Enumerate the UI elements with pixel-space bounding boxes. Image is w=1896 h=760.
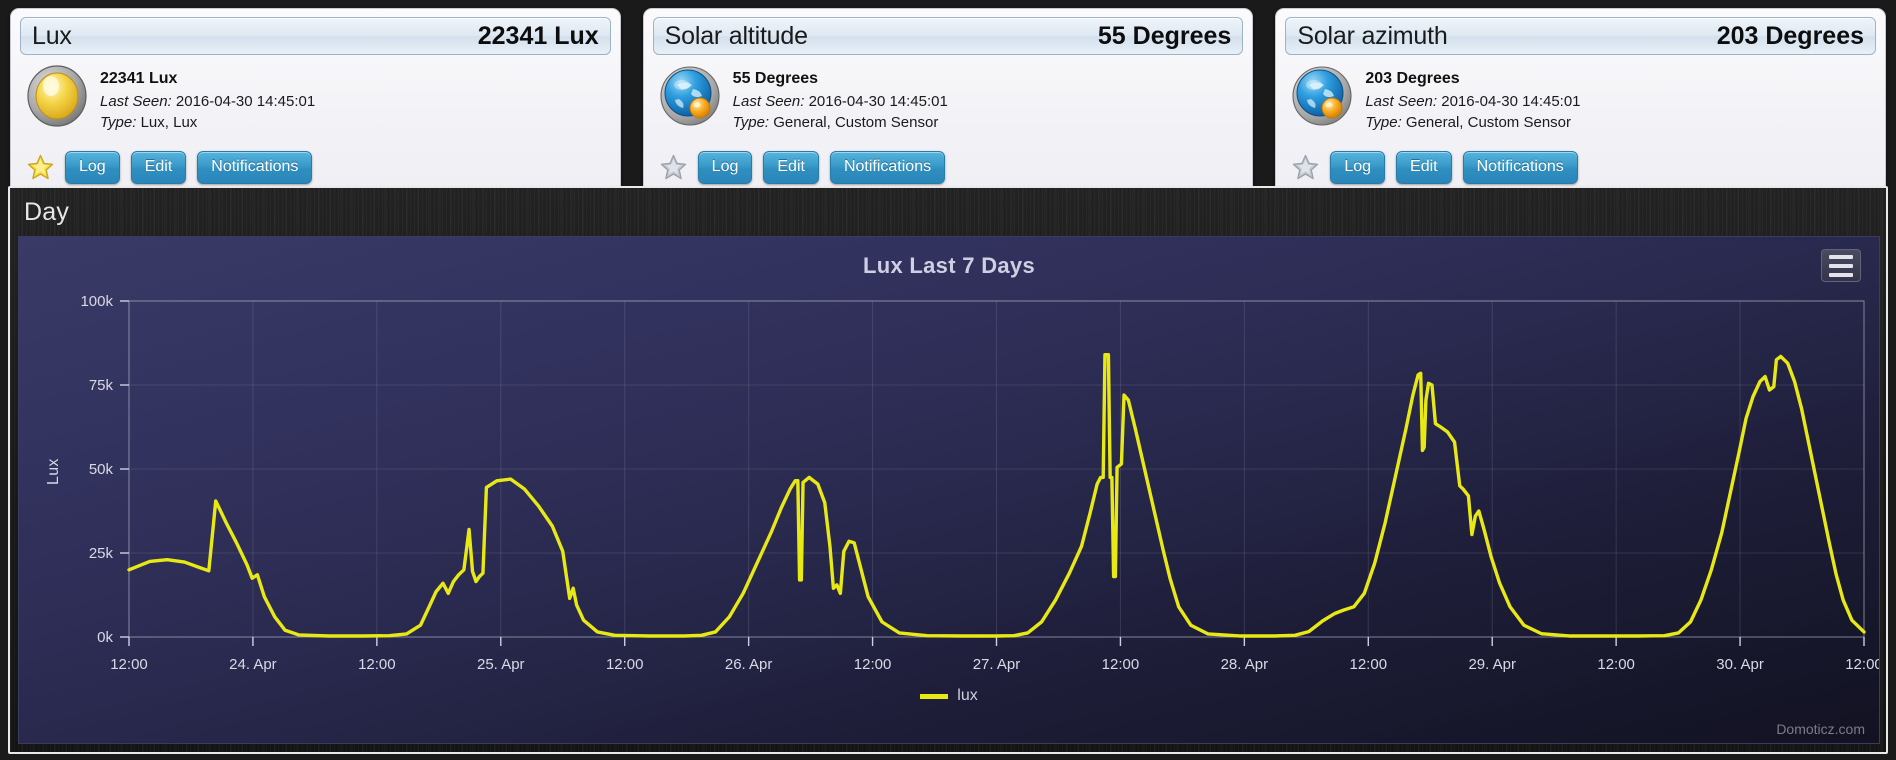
device-type: Type: General, Custom Sensor xyxy=(733,112,948,133)
edit-button[interactable]: Edit xyxy=(1396,151,1452,184)
lux-lamp-icon xyxy=(26,65,88,127)
last-seen-label: Last Seen: xyxy=(732,92,805,110)
svg-text:12:00: 12:00 xyxy=(1102,656,1140,673)
svg-text:28. Apr: 28. Apr xyxy=(1221,656,1269,673)
day-section-label: Day xyxy=(24,198,70,226)
plot-area: 0k 25k 50k 75k 100k 12:00 24. Apr 12:00 25. Apr 1… xyxy=(19,237,1879,743)
device-type: Type: Lux, Lux xyxy=(100,112,315,133)
svg-text:12:00: 12:00 xyxy=(1350,656,1388,673)
device-card-solar-altitude: Solar altitude 55 Degrees 55 Degrees Las… xyxy=(642,8,1254,198)
star-icon-grey[interactable] xyxy=(1292,154,1319,181)
svg-text:25k: 25k xyxy=(89,545,114,562)
device-card-lux: Lux 22341 Lux 22341 Lux Last Seen: 2016-… xyxy=(10,8,621,198)
svg-text:27. Apr: 27. Apr xyxy=(973,656,1021,673)
card-actions: Log Edit Notifications xyxy=(660,151,946,184)
notifications-button[interactable]: Notifications xyxy=(197,151,313,184)
svg-text:24. Apr: 24. Apr xyxy=(229,656,277,673)
device-value: 55 Degrees xyxy=(732,70,819,87)
edit-button[interactable]: Edit xyxy=(130,151,187,184)
legend-swatch-lux xyxy=(920,693,949,699)
type-value: General, Custom Sensor xyxy=(1405,114,1571,132)
device-card-solar-azimuth: Solar azimuth 203 Degrees 203 Degrees La… xyxy=(1275,8,1887,198)
log-button[interactable]: Log xyxy=(65,151,120,184)
last-seen-label: Last Seen: xyxy=(1365,92,1438,110)
star-icon-filled[interactable] xyxy=(27,154,54,181)
last-seen-value: 2016-04-30 14:45:01 xyxy=(1441,92,1581,110)
device-type: Type: General, Custom Sensor xyxy=(1365,112,1580,133)
card-title: Solar azimuth xyxy=(1297,21,1448,50)
last-seen-value: 2016-04-30 14:45:01 xyxy=(175,92,316,110)
star-icon-grey[interactable] xyxy=(660,154,687,181)
device-value: 203 Degrees xyxy=(1365,70,1460,87)
svg-text:12:00: 12:00 xyxy=(854,656,892,673)
last-seen-value: 2016-04-30 14:45:01 xyxy=(808,92,948,110)
lux-chart: Lux Last 7 Days Lux 0k 25k 50k 75k 100k 12:00… xyxy=(18,236,1880,744)
device-last-seen: Last Seen: 2016-04-30 14:45:01 xyxy=(1365,91,1580,112)
notifications-button[interactable]: Notifications xyxy=(829,151,946,184)
device-cards-row: Lux 22341 Lux 22341 Lux Last Seen: 2016-… xyxy=(0,0,1896,210)
svg-text:12:00: 12:00 xyxy=(110,656,148,673)
device-last-seen: Last Seen: 2016-04-30 14:45:01 xyxy=(100,91,315,112)
last-seen-label: Last Seen: xyxy=(100,92,172,110)
svg-text:30. Apr: 30. Apr xyxy=(1716,656,1764,673)
svg-text:25. Apr: 25. Apr xyxy=(477,656,525,673)
device-value: 22341 Lux xyxy=(100,70,178,87)
device-info: 203 Degrees Last Seen: 2016-04-30 14:45:… xyxy=(1365,65,1580,133)
globe-sun-icon xyxy=(659,65,721,127)
globe-sun-icon xyxy=(1291,65,1353,127)
svg-text:12:00: 12:00 xyxy=(606,656,644,673)
svg-text:12:00: 12:00 xyxy=(358,656,396,673)
notifications-button[interactable]: Notifications xyxy=(1462,151,1578,184)
chart-panel-inner: Day Lux Last 7 Days Lux 0k 25k 50k 75k 100k 1… xyxy=(10,188,1886,752)
chart-panel: Day Lux Last 7 Days Lux 0k 25k 50k 75k 100k 1… xyxy=(8,186,1888,754)
type-label: Type: xyxy=(100,114,137,132)
card-body: 55 Degrees Last Seen: 2016-04-30 14:45:0… xyxy=(653,65,1244,133)
card-header-value: 203 Degrees xyxy=(1716,21,1865,50)
card-actions: Log Edit Notifications xyxy=(27,151,313,184)
card-header: Solar azimuth 203 Degrees xyxy=(1285,17,1877,55)
card-header-value: 22341 Lux xyxy=(477,21,599,50)
card-header: Lux 22341 Lux xyxy=(20,17,611,55)
svg-text:100k: 100k xyxy=(80,293,113,310)
svg-text:29. Apr: 29. Apr xyxy=(1468,656,1516,673)
svg-text:0k: 0k xyxy=(97,629,113,646)
chart-legend: lux xyxy=(19,687,1879,705)
card-header: Solar altitude 55 Degrees xyxy=(652,17,1244,55)
svg-text:50k: 50k xyxy=(89,461,114,478)
svg-text:12:00: 12:00 xyxy=(1845,656,1880,673)
type-label: Type: xyxy=(1365,114,1402,132)
domoticz-credit: Domoticz.com xyxy=(1776,721,1865,737)
card-title: Lux xyxy=(32,21,72,50)
svg-text:75k: 75k xyxy=(89,377,114,394)
card-body: 203 Degrees Last Seen: 2016-04-30 14:45:… xyxy=(1285,65,1876,133)
device-info: 55 Degrees Last Seen: 2016-04-30 14:45:0… xyxy=(733,65,948,133)
device-last-seen: Last Seen: 2016-04-30 14:45:01 xyxy=(733,91,948,112)
card-header-value: 55 Degrees xyxy=(1097,21,1232,50)
card-title: Solar altitude xyxy=(664,21,808,50)
device-info: 22341 Lux Last Seen: 2016-04-30 14:45:01… xyxy=(100,65,315,133)
svg-text:26. Apr: 26. Apr xyxy=(725,656,773,673)
type-value: Lux, Lux xyxy=(140,114,198,132)
card-body: 22341 Lux Last Seen: 2016-04-30 14:45:01… xyxy=(20,65,611,133)
edit-button[interactable]: Edit xyxy=(763,151,819,184)
type-value: General, Custom Sensor xyxy=(773,114,939,132)
svg-text:12:00: 12:00 xyxy=(1597,656,1635,673)
legend-label-lux: lux xyxy=(957,687,978,704)
log-button[interactable]: Log xyxy=(697,151,753,184)
chart-svg: 0k 25k 50k 75k 100k 12:00 24. Apr 12:00 25. Apr 1… xyxy=(80,293,1880,673)
type-label: Type: xyxy=(732,114,770,132)
card-actions: Log Edit Notifications xyxy=(1292,151,1578,184)
log-button[interactable]: Log xyxy=(1330,151,1386,184)
